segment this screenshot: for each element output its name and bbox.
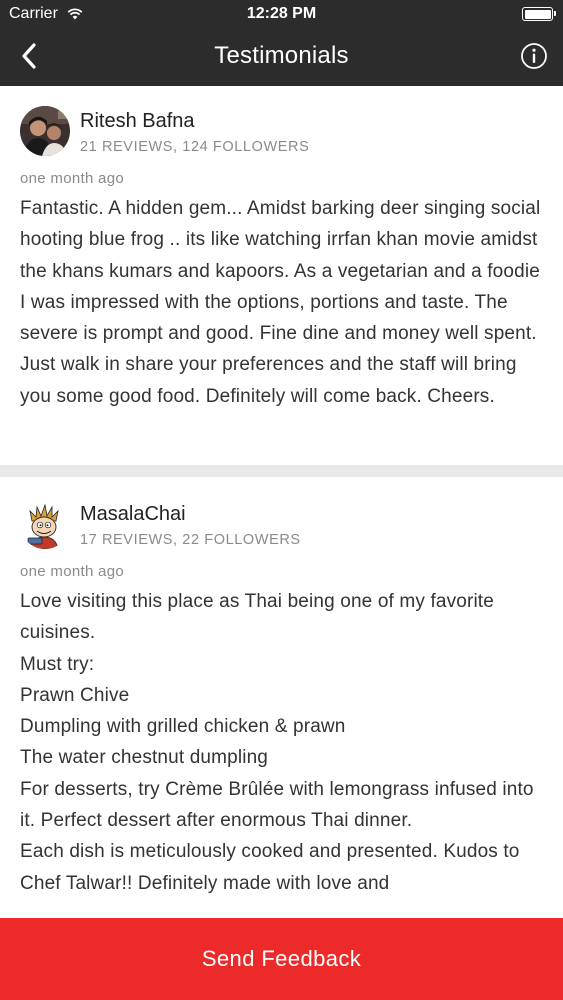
review-text: Love visiting this place as Thai being o… bbox=[20, 591, 534, 894]
review-date: one month ago bbox=[20, 170, 124, 187]
review-card: MasalaChai 17 REVIEWS, 22 FOLLOWERS one … bbox=[0, 477, 563, 899]
status-bar: Carrier 12:28 PM bbox=[0, 0, 563, 28]
reviewer-header[interactable]: MasalaChai 17 REVIEWS, 22 FOLLOWERS bbox=[20, 499, 543, 551]
page-title: Testimonials bbox=[214, 42, 349, 69]
divider bbox=[0, 465, 563, 477]
reviewer-stats: 21 REVIEWS, 124 FOLLOWERS bbox=[80, 139, 310, 155]
navigation-bar: Testimonials bbox=[0, 28, 563, 86]
battery-icon bbox=[522, 7, 556, 21]
send-feedback-button[interactable]: Send Feedback bbox=[0, 918, 563, 1000]
info-button[interactable] bbox=[519, 41, 549, 71]
reviewer-name[interactable]: MasalaChai bbox=[80, 503, 186, 526]
avatar[interactable] bbox=[20, 106, 70, 156]
reviewer-stats: 17 REVIEWS, 22 FOLLOWERS bbox=[80, 532, 301, 548]
top-bar: Carrier 12:28 PM Testimonials bbox=[0, 0, 563, 86]
info-circle-icon bbox=[521, 43, 547, 69]
review-text: Fantastic. A hidden gem... Amidst barkin… bbox=[20, 198, 541, 407]
status-time: 12:28 PM bbox=[246, 5, 317, 22]
avatar[interactable] bbox=[20, 499, 70, 549]
review-date: one month ago bbox=[20, 563, 124, 580]
review-card: Ritesh Bafna 21 REVIEWS, 124 FOLLOWERS o… bbox=[0, 86, 563, 465]
testimonials-list[interactable]: Ritesh Bafna 21 REVIEWS, 124 FOLLOWERS o… bbox=[0, 86, 563, 918]
reviewer-name[interactable]: Ritesh Bafna bbox=[80, 110, 195, 133]
reviewer-header[interactable]: Ritesh Bafna 21 REVIEWS, 124 FOLLOWERS bbox=[20, 106, 543, 158]
